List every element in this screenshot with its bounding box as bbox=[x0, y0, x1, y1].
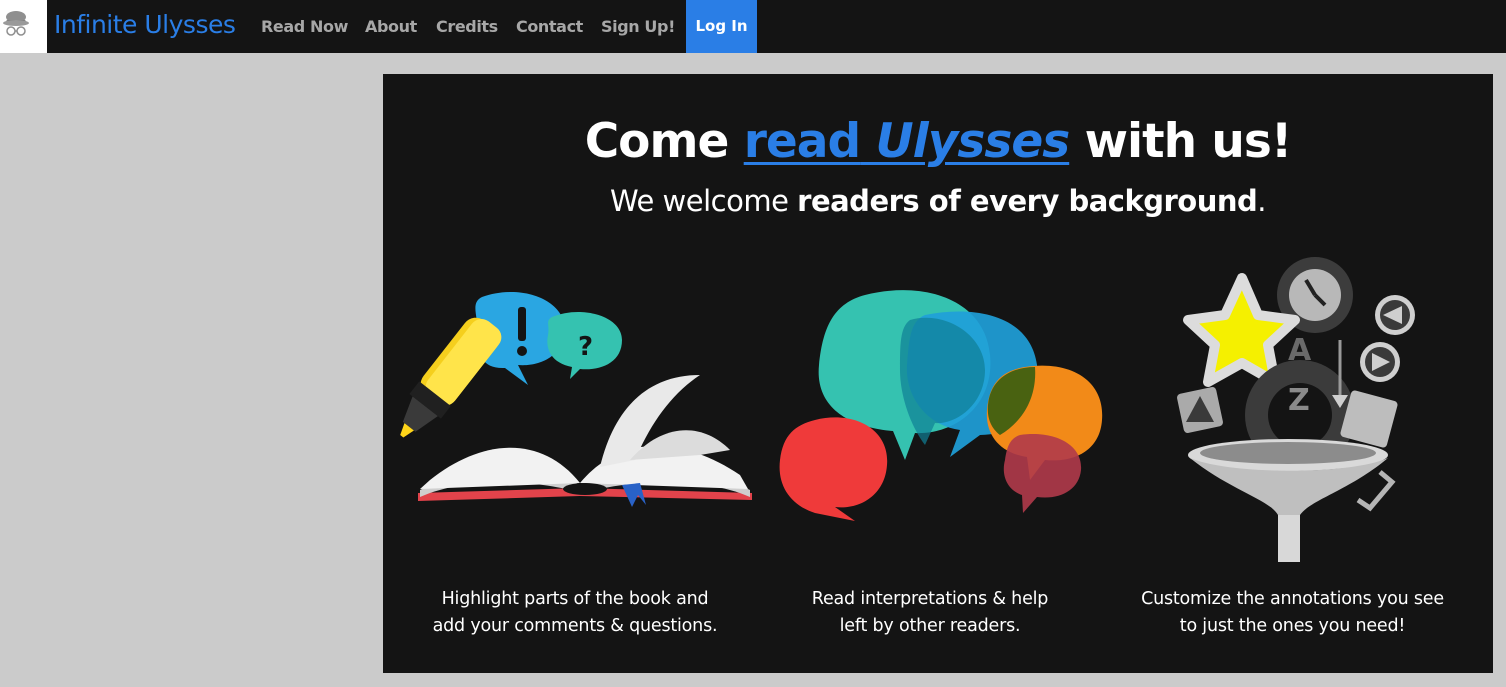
caption-line: Highlight parts of the book and bbox=[441, 589, 709, 609]
highlighter-book-icon: ? bbox=[400, 292, 752, 507]
read-ulysses-link[interactable]: read Ulysses bbox=[744, 114, 1071, 169]
hero-subhead: We welcome readers of every background. bbox=[383, 184, 1493, 218]
login-button[interactable]: Log In bbox=[686, 0, 757, 53]
brand-name[interactable]: Infinite Ulysses bbox=[54, 10, 236, 39]
svg-text:A: A bbox=[1288, 333, 1312, 368]
svg-text:?: ? bbox=[578, 332, 593, 362]
nav-contact[interactable]: Contact bbox=[516, 17, 583, 36]
nav-credits[interactable]: Credits bbox=[436, 17, 498, 36]
feature-caption-customize: Customize the annotations you see to jus… bbox=[1120, 586, 1465, 640]
speech-bubbles-icon bbox=[779, 290, 1103, 521]
subhead-period: . bbox=[1257, 184, 1267, 218]
headline-link-word[interactable]: read bbox=[744, 114, 861, 169]
hero-headline: Come read Ulysses with us! bbox=[383, 114, 1493, 169]
caption-line: add your comments & questions. bbox=[432, 616, 718, 636]
headline-text-1: Come bbox=[584, 114, 730, 169]
feature-caption-highlight: Highlight parts of the book and add your… bbox=[415, 586, 735, 640]
caption-line: left by other readers. bbox=[839, 616, 1021, 636]
navbar: Infinite Ulysses Read Now About Credits … bbox=[0, 0, 1506, 53]
caption-line: to just the ones you need! bbox=[1179, 616, 1406, 636]
subhead-bold: readers of every background bbox=[797, 184, 1258, 218]
site-logo[interactable] bbox=[0, 0, 47, 53]
headline-link-title[interactable]: Ulysses bbox=[876, 114, 1071, 169]
spy-hat-icon bbox=[3, 11, 29, 36]
nav-about[interactable]: About bbox=[365, 17, 417, 36]
caption-line: Read interpretations & help bbox=[811, 589, 1049, 609]
subhead-text-1: We welcome bbox=[609, 184, 789, 218]
nav-sign-up[interactable]: Sign Up! bbox=[601, 17, 675, 36]
feature-caption-read: Read interpretations & help left by othe… bbox=[770, 586, 1090, 640]
headline-text-2: with us! bbox=[1084, 114, 1293, 169]
caption-line: Customize the annotations you see bbox=[1141, 589, 1444, 609]
nav-read-now[interactable]: Read Now bbox=[261, 17, 348, 36]
svg-text:Z: Z bbox=[1288, 383, 1310, 418]
filter-funnel-icon: A Z bbox=[1177, 257, 1415, 562]
